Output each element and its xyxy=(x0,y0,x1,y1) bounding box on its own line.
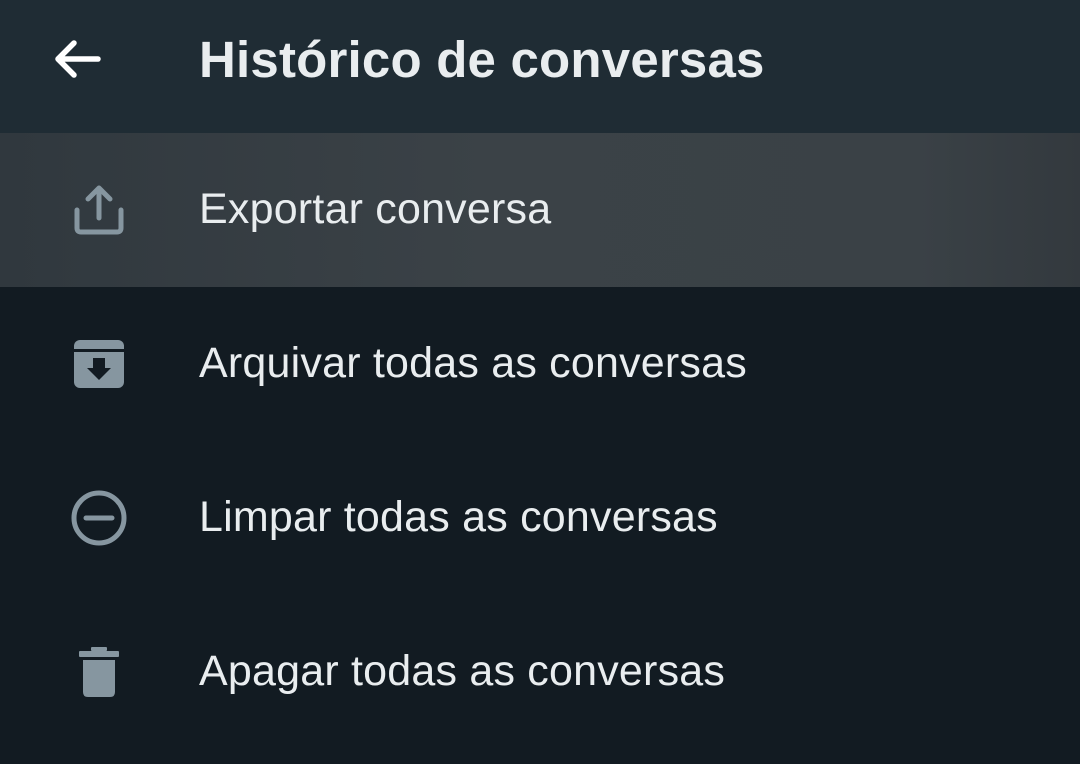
app-bar: Histórico de conversas xyxy=(0,0,1080,133)
delete-all-item[interactable]: Apagar todas as conversas xyxy=(0,595,1080,749)
delete-icon xyxy=(64,642,134,702)
export-icon xyxy=(64,180,134,240)
export-chat-label: Exportar conversa xyxy=(199,185,552,233)
arrow-left-icon xyxy=(55,40,101,78)
delete-all-label: Apagar todas as conversas xyxy=(199,647,726,695)
export-chat-item[interactable]: Exportar conversa xyxy=(0,133,1080,287)
archive-all-item[interactable]: Arquivar todas as conversas xyxy=(0,287,1080,441)
clear-all-item[interactable]: Limpar todas as conversas xyxy=(0,441,1080,595)
menu-list: Exportar conversa Arquivar todas as conv… xyxy=(0,133,1080,749)
clear-all-label: Limpar todas as conversas xyxy=(199,493,718,541)
back-button[interactable] xyxy=(44,26,110,92)
archive-all-label: Arquivar todas as conversas xyxy=(199,339,747,387)
clear-icon xyxy=(64,488,134,548)
page-title: Histórico de conversas xyxy=(199,31,765,88)
archive-icon xyxy=(64,334,134,394)
